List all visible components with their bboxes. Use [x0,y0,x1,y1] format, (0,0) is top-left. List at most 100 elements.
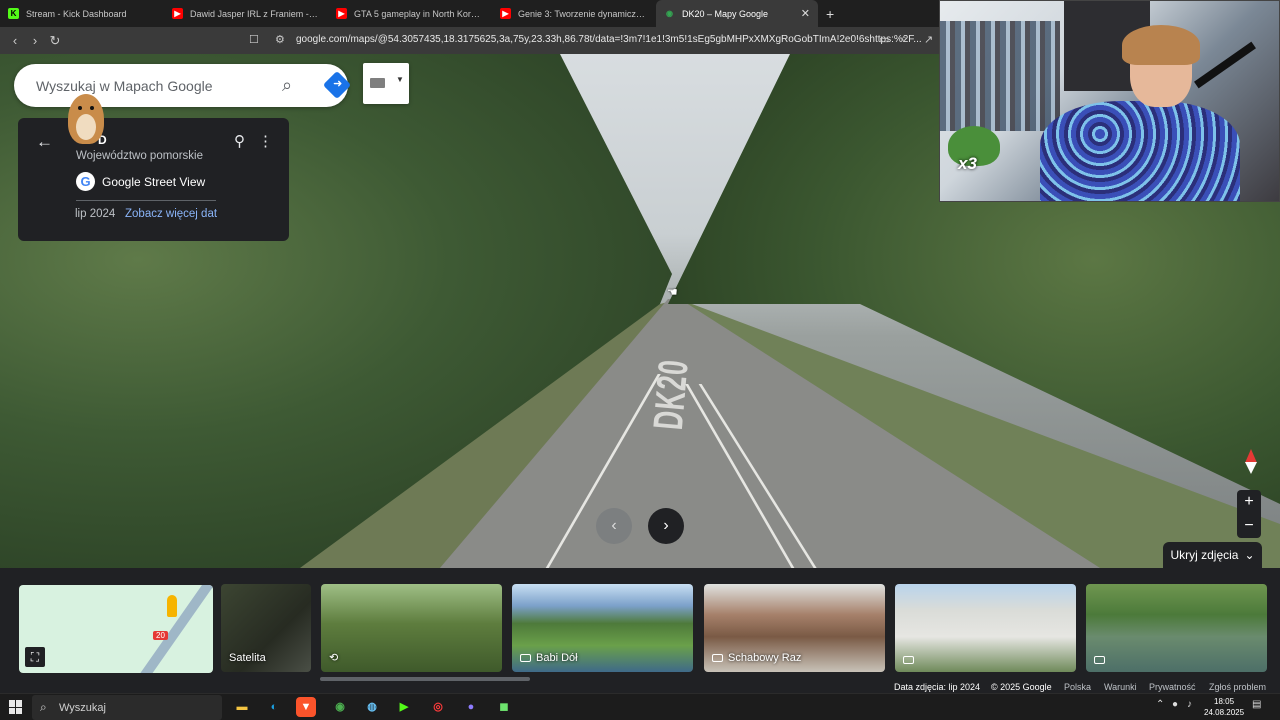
file-explorer-icon[interactable]: ▬ [232,697,252,717]
steam-icon[interactable]: ◍ [362,697,382,717]
compass-button[interactable] [1232,447,1268,477]
clock-time: 18:05 [1214,697,1235,706]
camera-icon [903,656,914,664]
map-pin-icon[interactable]: ⚲ [234,132,245,150]
microphone-arm [1194,41,1256,89]
tab-title: Genie 3: Tworzenie dynamicznych św [518,8,648,19]
compass-south-icon [1245,462,1257,474]
reload-icon[interactable]: ↻ [45,33,65,49]
photo-thumbnail[interactable] [895,584,1076,672]
tab-title: Stream - Kick Dashboard [26,8,127,19]
street-view-info-panel: ← D Województwo pomorskie ⚲ ⋮ G Google S… [18,118,289,241]
camera-icon [520,654,531,662]
volume-icon[interactable]: ♪ [1187,699,1192,710]
pepe-emote: x3 [948,126,1000,173]
chevron-down-icon: ▼ [396,75,404,84]
share-icon[interactable]: ↗ [924,33,933,46]
zoom-controls: + − [1237,490,1261,538]
taskbar-search[interactable]: ⌕ Wyszukaj [32,695,222,720]
new-tab-button[interactable]: + [818,6,842,22]
tab-kick-dashboard[interactable]: K Stream - Kick Dashboard [0,0,164,27]
photo-thumbnail[interactable]: Schabowy Raz [704,584,885,672]
clothing-rack [940,21,1060,131]
tab-youtube-genie[interactable]: ▶ Genie 3: Tworzenie dynamicznych św [492,0,656,27]
notifications-icon[interactable]: ▤ [1252,699,1261,710]
taskbar-search-label: Wyszukaj [59,702,106,714]
keyboard-icon [370,78,385,88]
more-options-icon[interactable]: ⋮ [258,132,273,150]
capture-date: lip 2024 [75,208,116,220]
hamster-belly [76,114,96,140]
maps-footer: Data zdjęcia: lip 2024 © 2025 Google Pol… [0,681,1280,693]
next-photo-button[interactable]: › [648,508,684,544]
zoom-out-button[interactable]: − [1237,514,1261,538]
hamster-eye [78,106,82,110]
more-dates-link[interactable]: Zobacz więcej dat [125,208,217,220]
brave-icon[interactable]: ▼ [296,697,316,717]
tray-expand-icon[interactable]: ⌃ [1156,699,1164,710]
terms-link[interactable]: Warunki [1104,682,1137,692]
forward-icon[interactable]: › [25,33,45,48]
tab-title: GTA 5 gameplay in North Korea - Re [354,8,484,19]
youtube-icon: ▶ [336,8,347,19]
country-link[interactable]: Polska [1064,682,1091,692]
fullscreen-icon[interactable]: ⛶ [25,647,45,667]
back-arrow-icon[interactable]: ← [36,132,53,152]
input-tools-button[interactable]: ▼ [363,63,409,104]
site-settings-icon[interactable]: ⚙ [275,33,285,46]
chrome-icon[interactable]: ◉ [330,697,350,717]
satellite-thumbnail[interactable]: Satelita [221,584,311,672]
recorder-icon[interactable]: ◎ [428,697,448,717]
emote-counter: x3 [958,154,977,173]
compass-north-icon [1245,449,1257,463]
streamer-hair [1122,25,1200,65]
tab-youtube-gta[interactable]: ▶ GTA 5 gameplay in North Korea - Re [328,0,492,27]
camera-icon [712,654,723,662]
camera-icon [1094,656,1105,664]
microphone-icon[interactable]: ● [1172,699,1178,710]
photo-date-label: Data zdjęcia: lip 2024 [894,682,981,692]
webcam-overlay: x3 [939,0,1280,202]
bookmark-icon[interactable]: ☐ [249,33,259,46]
streamer-shirt [1040,101,1240,201]
thumbnail-caption: Satelita [229,652,266,664]
hide-photos-button[interactable]: Ukryj zdjęcia ⌄ [1163,542,1262,568]
search-icon[interactable]: ⌕ [282,75,292,96]
tab-google-maps[interactable]: ◉ DK20 – Mapy Google ✕ [656,0,818,27]
chevron-down-icon: ⌄ [1244,548,1255,562]
url-text[interactable]: google.com/maps/@54.3057435,18.3175625,3… [296,34,922,45]
back-icon[interactable]: ‹ [5,33,25,48]
youtube-icon: ▶ [500,8,511,19]
tab-title: Dawid Jasper IRL z Franiem - WYRZU [190,8,320,19]
edge-icon[interactable]: ◐ [264,697,284,717]
hand-cursor-icon: ☚ [667,285,678,299]
pegman-icon[interactable] [167,595,177,617]
tab-youtube-dawid[interactable]: ▶ Dawid Jasper IRL z Franiem - WYRZU [164,0,328,27]
windows-start-icon[interactable] [9,700,23,714]
photo-thumbnail[interactable]: Babi Dół [512,584,693,672]
discord-icon[interactable]: ● [461,697,481,717]
mini-map[interactable]: 20 ⛶ [19,585,213,673]
cast-icon[interactable]: ▭ [879,33,889,46]
photo-thumbnail[interactable] [1086,584,1267,672]
windows-taskbar: ⌕ Wyszukaj ▬ ◐ ▼ ◉ ◍ ▶ ◎ ● ◼ ⌃ ● ♪ 18:05… [0,693,1280,720]
search-icon: ⌕ [40,700,47,714]
kick-app-icon[interactable]: ▶ [394,697,414,717]
previous-photo-button[interactable]: ‹ [596,508,632,544]
youtube-icon: ▶ [172,8,183,19]
thumbnail-caption: Schabowy Raz [728,652,802,664]
tab-title: DK20 – Mapy Google [682,8,769,19]
zoom-in-button[interactable]: + [1237,490,1261,514]
zoom-icon[interactable]: ⌕ [901,33,907,46]
road-marking-text: DK20 [643,357,698,432]
road-number-badge: 20 [153,631,168,640]
region-label: Województwo pomorskie [76,150,203,162]
privacy-link[interactable]: Prywatność [1149,682,1196,692]
close-tab-icon[interactable]: ✕ [801,7,810,20]
system-clock[interactable]: 18:05 24.08.2025 [1204,696,1244,718]
kick-icon: K [8,8,19,19]
google-logo-icon: G [76,172,95,191]
photo-thumbnail[interactable]: ⟲ [321,584,502,672]
report-problem-link[interactable]: Zgłoś problem [1209,682,1266,692]
app-icon[interactable]: ◼ [494,697,514,717]
